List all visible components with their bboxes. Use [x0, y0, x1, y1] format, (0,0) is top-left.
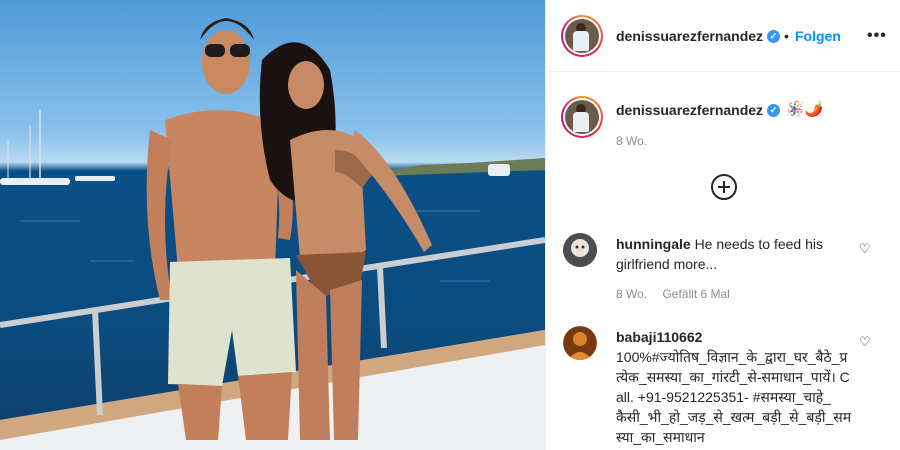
avatar[interactable] — [561, 15, 603, 57]
comment-like-icon[interactable]: ♡ — [859, 334, 871, 350]
comment-body: babaji110662 100%#ज्योतिष_विज्ञान_के_द्व… — [616, 327, 856, 447]
photo-scene — [0, 18, 545, 450]
follow-button[interactable]: Folgen — [795, 28, 841, 44]
post-side-panel: denissuarezfernandez ✓ • Folgen ••• deni… — [545, 0, 900, 450]
more-options-icon[interactable]: ••• — [867, 27, 887, 45]
separator-dot: • — [784, 28, 789, 44]
avatar-ring — [563, 17, 601, 55]
caption-avatar-image — [565, 100, 599, 134]
comment-timestamp[interactable]: 8 Wo. — [616, 287, 647, 301]
caption-username[interactable]: denissuarezfernandez — [616, 102, 763, 118]
comment-likes-count[interactable]: Gefällt 6 Mal — [662, 287, 729, 301]
header-username[interactable]: denissuarezfernandez — [616, 28, 763, 44]
comment-body: hunningale He needs to feed his girlfrie… — [616, 234, 856, 274]
comment-avatar-image — [563, 233, 597, 267]
caption-emojis: 🪅🌶️ — [786, 101, 824, 118]
caption-avatar[interactable] — [561, 96, 603, 138]
post-header: denissuarezfernandez ✓ • Folgen ••• — [546, 0, 900, 72]
caption-verified-badge-icon: ✓ — [767, 104, 780, 117]
comment-username[interactable]: babaji110662 — [616, 329, 702, 345]
comment-avatar[interactable] — [563, 233, 597, 267]
comment-avatar-image — [563, 326, 597, 360]
verified-badge-icon: ✓ — [767, 30, 780, 43]
caption-timestamp[interactable]: 8 Wo. — [616, 134, 647, 148]
comment-like-icon[interactable]: ♡ — [859, 241, 871, 257]
avatar-image — [565, 19, 599, 53]
comment-meta: 8 Wo. Gefällt 6 Mal — [616, 287, 742, 301]
comment-username[interactable]: hunningale — [616, 236, 691, 252]
distant-island — [380, 158, 545, 176]
load-more-comments-icon[interactable] — [711, 174, 737, 200]
comment-avatar[interactable] — [563, 326, 597, 360]
post-photo[interactable] — [0, 0, 545, 450]
comment-text: 100%#ज्योतिष_विज्ञान_के_द्वारा_घर_बैठे_प… — [616, 349, 852, 445]
caption-avatar-ring — [563, 98, 601, 136]
